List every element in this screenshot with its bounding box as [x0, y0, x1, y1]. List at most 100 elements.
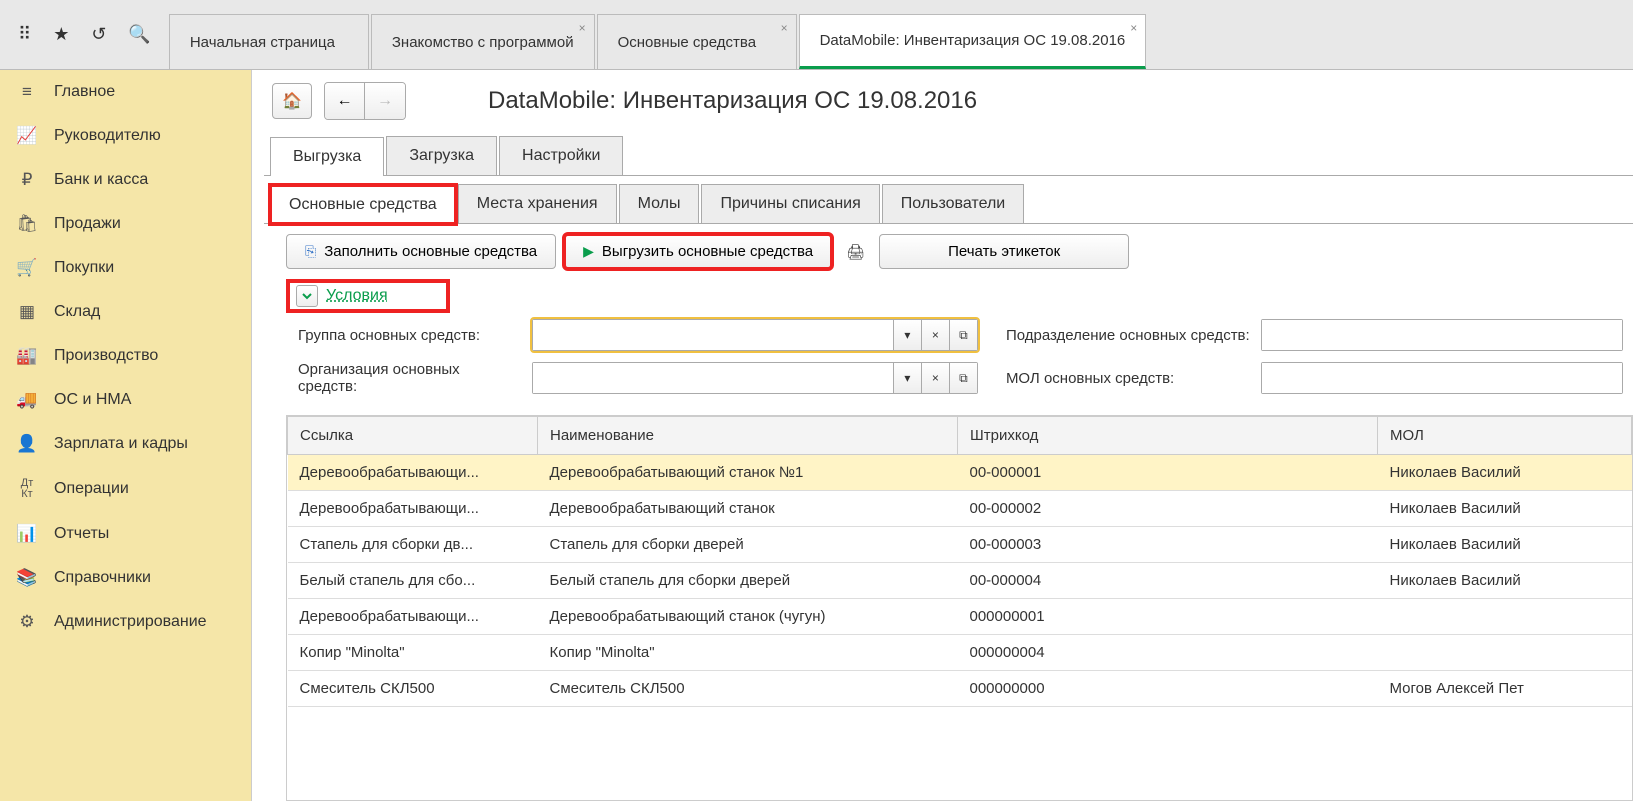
- table-row[interactable]: Белый стапель для сбо...Белый стапель дл…: [288, 563, 1632, 599]
- sidebar-item-label: Руководителю: [54, 127, 161, 145]
- sidebar-item-manager[interactable]: 📈 Руководителю: [0, 114, 251, 158]
- table-row[interactable]: Деревообрабатывающи...Деревообрабатывающ…: [288, 455, 1632, 491]
- close-icon[interactable]: ×: [579, 21, 586, 35]
- table-row[interactable]: Деревообрабатывающи...Деревообрабатывающ…: [288, 491, 1632, 527]
- conditions-label: Условия: [326, 287, 388, 305]
- tab-datamobile[interactable]: DataMobile: Инвентаризация ОС 19.08.2016…: [799, 14, 1147, 69]
- sidebar-item-reports[interactable]: 📊Отчеты: [0, 512, 251, 556]
- tab-assets[interactable]: Основные средства ×: [597, 14, 797, 69]
- subtab-locations[interactable]: Места хранения: [458, 184, 617, 223]
- star-icon[interactable]: ★: [53, 24, 69, 45]
- org-input[interactable]: [533, 363, 893, 393]
- home-button[interactable]: 🏠: [272, 83, 312, 119]
- export-assets-button[interactable]: ▶ Выгрузить основные средства: [564, 234, 832, 269]
- dept-combo[interactable]: [1261, 319, 1623, 351]
- sidebar-item-sales[interactable]: 🛍 Продажи: [0, 202, 251, 246]
- topbar-icons: ⠿ ★ ↺ 🔍: [0, 0, 169, 69]
- org-combo[interactable]: ▾ × ⧉: [532, 362, 978, 394]
- sidebar-item-assets[interactable]: 🚚ОС и НМА: [0, 378, 251, 422]
- dropdown-icon[interactable]: ▾: [893, 363, 921, 393]
- sidebar-item-hr[interactable]: 👤Зарплата и кадры: [0, 422, 251, 466]
- cell-code: 00-000004: [958, 563, 1378, 599]
- mol-input[interactable]: [1262, 363, 1622, 393]
- sidebar-item-label: Банк и касса: [54, 171, 148, 189]
- print-labels-button[interactable]: Печать этикеток: [879, 234, 1129, 269]
- sidebar-item-label: Операции: [54, 480, 129, 498]
- subtab-users[interactable]: Пользователи: [882, 184, 1024, 223]
- tab-export[interactable]: Выгрузка: [270, 137, 384, 176]
- sidebar-item-purchases[interactable]: 🛒Покупки: [0, 246, 251, 290]
- truck-icon: 🚚: [16, 390, 38, 410]
- books-icon: 📚: [16, 568, 38, 588]
- table-row[interactable]: Деревообрабатывающи...Деревообрабатывающ…: [288, 599, 1632, 635]
- cell-code: 00-000001: [958, 455, 1378, 491]
- sidebar-item-bank[interactable]: ₽Банк и касса: [0, 158, 251, 202]
- forward-button[interactable]: →: [365, 83, 405, 119]
- col-name[interactable]: Наименование: [538, 417, 958, 455]
- table-row[interactable]: Смеситель СКЛ500Смеситель СКЛ50000000000…: [288, 671, 1632, 707]
- mol-combo[interactable]: [1261, 362, 1623, 394]
- cell-link: Деревообрабатывающи...: [288, 491, 538, 527]
- boxes-icon: ▦: [16, 302, 38, 322]
- bag-icon: 🛍: [16, 214, 38, 234]
- sidebar-item-main[interactable]: ≡Главное: [0, 70, 251, 114]
- button-label: Выгрузить основные средства: [602, 243, 813, 260]
- sidebar-item-production[interactable]: 🏭Производство: [0, 334, 251, 378]
- play-icon: ▶: [583, 243, 594, 260]
- back-button[interactable]: ←: [325, 83, 365, 119]
- table-row[interactable]: Стапель для сборки дв...Стапель для сбор…: [288, 527, 1632, 563]
- close-icon[interactable]: ×: [781, 21, 788, 35]
- subtab-assets[interactable]: Основные средства: [270, 185, 456, 224]
- cell-mol: [1378, 599, 1632, 635]
- sidebar-item-operations[interactable]: ДтКтОперации: [0, 466, 251, 512]
- tab-home[interactable]: Начальная страница: [169, 14, 369, 69]
- sidebar-item-label: Продажи: [54, 215, 121, 233]
- open-icon[interactable]: ⧉: [949, 363, 977, 393]
- clear-icon[interactable]: ×: [921, 320, 949, 350]
- tab-settings[interactable]: Настройки: [499, 136, 623, 175]
- sidebar-item-catalogs[interactable]: 📚Справочники: [0, 556, 251, 600]
- group-input[interactable]: [533, 320, 893, 350]
- cell-link: Деревообрабатывающи...: [288, 599, 538, 635]
- tab-import[interactable]: Загрузка: [386, 136, 497, 175]
- printer-icon: 🖨: [840, 243, 871, 261]
- chevron-down-icon: [296, 285, 318, 307]
- sidebar-item-label: Администрирование: [54, 613, 207, 631]
- org-label: Организация основных средств:: [298, 361, 522, 395]
- table-row[interactable]: Копир "Minolta"Копир "Minolta"000000004: [288, 635, 1632, 671]
- conditions-toggle[interactable]: Условия: [288, 281, 448, 311]
- cell-link: Белый стапель для сбо...: [288, 563, 538, 599]
- sidebar-item-warehouse[interactable]: ▦Склад: [0, 290, 251, 334]
- cell-name: Деревообрабатывающий станок №1: [538, 455, 958, 491]
- col-code[interactable]: Штрихкод: [958, 417, 1378, 455]
- chart-icon: 📈: [16, 126, 38, 146]
- cell-mol: Могов Алексей Пет: [1378, 671, 1632, 707]
- open-icon[interactable]: ⧉: [949, 320, 977, 350]
- cell-code: 000000004: [958, 635, 1378, 671]
- dept-input[interactable]: [1262, 320, 1622, 350]
- dropdown-icon[interactable]: ▾: [893, 320, 921, 350]
- cell-link: Копир "Minolta": [288, 635, 538, 671]
- group-combo[interactable]: ▾ × ⧉: [532, 319, 978, 351]
- close-icon[interactable]: ×: [1130, 21, 1137, 35]
- tab-intro[interactable]: Знакомство с программой ×: [371, 14, 595, 69]
- search-icon[interactable]: 🔍: [128, 24, 150, 45]
- fill-icon: ⎘: [305, 243, 316, 260]
- factory-icon: 🏭: [16, 346, 38, 366]
- subtab-mols[interactable]: Молы: [619, 184, 700, 223]
- clear-icon[interactable]: ×: [921, 363, 949, 393]
- main-tabs: Выгрузка Загрузка Настройки: [264, 136, 1633, 176]
- bars-icon: 📊: [16, 524, 38, 544]
- fill-assets-button[interactable]: ⎘ Заполнить основные средства: [286, 234, 556, 269]
- group-label: Группа основных средств:: [298, 327, 522, 344]
- col-link[interactable]: Ссылка: [288, 417, 538, 455]
- history-icon[interactable]: ↺: [91, 24, 106, 45]
- apps-icon[interactable]: ⠿: [18, 24, 31, 45]
- dept-label: Подразделение основных средств:: [1006, 327, 1251, 344]
- sidebar-item-admin[interactable]: ⚙Администрирование: [0, 600, 251, 644]
- cell-code: 000000001: [958, 599, 1378, 635]
- subtab-writeoff[interactable]: Причины списания: [701, 184, 879, 223]
- page-title: DataMobile: Инвентаризация ОС 19.08.2016: [488, 87, 977, 115]
- col-mol[interactable]: МОЛ: [1378, 417, 1632, 455]
- sub-tabs: Основные средства Места хранения Молы Пр…: [264, 184, 1633, 224]
